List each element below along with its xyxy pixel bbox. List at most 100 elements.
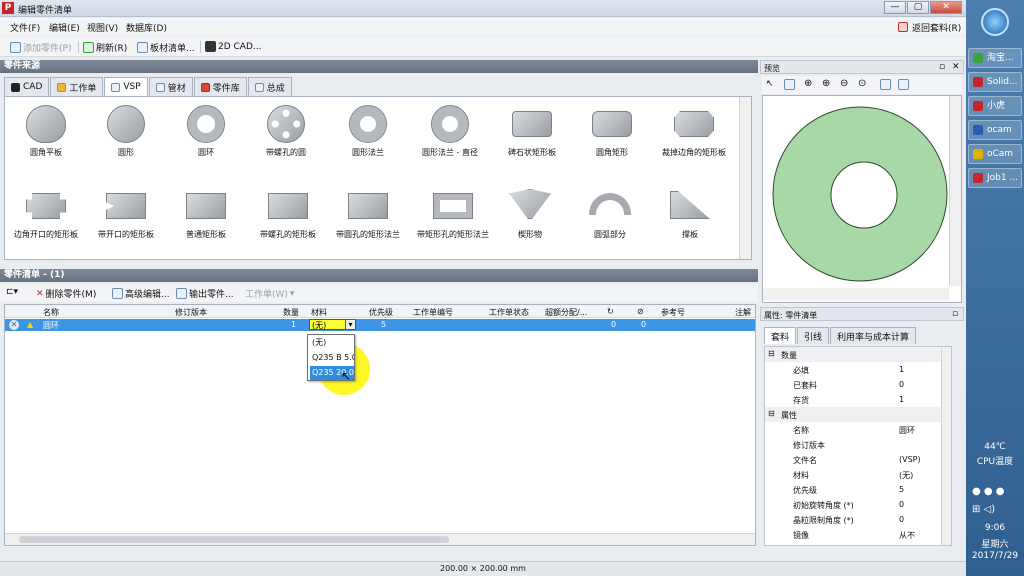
table-row[interactable]: ✕ ▲ 圆环 1 (无) ▾ 5 0 0 — [5, 319, 755, 331]
menu-file[interactable]: 文件(F) — [10, 21, 40, 34]
taskbar-item[interactable]: ocam — [968, 120, 1022, 140]
pin-icon[interactable]: ▫ — [939, 62, 945, 72]
part-rect-flange-round-holes[interactable]: 带圆孔的矩形法兰 — [327, 189, 409, 240]
col-priority[interactable]: 优先级 — [369, 307, 393, 318]
cad-2d-button[interactable]: 2D CAD... — [205, 41, 261, 52]
remove-row-icon[interactable]: ✕ — [9, 320, 19, 330]
sheet-list-button[interactable]: 板材清单... — [137, 41, 195, 54]
prop-row[interactable]: 优先级 5 — [765, 482, 951, 497]
part-gusset[interactable]: 撑板 — [649, 189, 731, 240]
select-tool-icon[interactable]: ↖ — [766, 79, 774, 89]
col-qty[interactable]: 数量 — [283, 307, 299, 318]
gallery-scrollbar[interactable] — [739, 97, 751, 259]
menu-edit[interactable]: 编辑(E) — [49, 21, 80, 34]
zoom-icon[interactable]: ⊕ — [804, 78, 812, 89]
group-attributes[interactable]: ⊟ 属性 — [765, 407, 951, 422]
part-wedge[interactable]: 楔形物 — [489, 189, 571, 240]
preview-canvas[interactable] — [762, 95, 962, 303]
preview-hscrollbar[interactable] — [763, 288, 949, 300]
col-reference[interactable]: 参考号 — [661, 307, 685, 318]
col-name[interactable]: 名称 — [43, 307, 59, 318]
part-arc-segment[interactable]: 圆弧部分 — [569, 189, 651, 240]
prop-row[interactable]: 文件名 (VSP) — [765, 452, 951, 467]
part-ring[interactable]: 圆环 — [165, 105, 247, 158]
close-icon[interactable]: ✕ — [952, 62, 960, 72]
tray-icons[interactable]: ● ● ● — [972, 486, 1005, 497]
group-quantity[interactable]: ⊟ 数量 — [765, 347, 951, 362]
chevron-down-icon[interactable]: ▾ — [345, 319, 356, 330]
part-tombstone-rect[interactable]: 碑石状矩形板 — [491, 105, 573, 158]
return-to-nesting-link[interactable]: 返回套料(R) — [912, 21, 961, 34]
tab-cad[interactable]: CAD — [4, 77, 50, 96]
zoom-fit-icon[interactable]: ⊙ — [858, 78, 866, 89]
minimize-button[interactable]: — — [884, 1, 906, 14]
network-icon[interactable]: ⊞ ◁) — [972, 504, 995, 515]
part-circle-bolt-holes[interactable]: 带螺孔的圆 — [245, 105, 327, 158]
tab-lead[interactable]: 引线 — [797, 327, 830, 344]
part-rect-flange-rect-hole[interactable]: 带矩形孔的矩形法兰 — [409, 189, 497, 240]
taskbar-item[interactable]: 小虎 — [968, 96, 1022, 116]
prop-row[interactable]: 必填 1 — [765, 362, 951, 377]
col-over-allocation[interactable]: 超额分配/... — [545, 307, 587, 318]
part-corner-notched-rect[interactable]: 边角开口的矩形板 — [5, 189, 87, 240]
part-chamfered-rect[interactable]: 裁掉边角的矩形板 — [649, 105, 739, 158]
tab-assembly[interactable]: 总成 — [247, 77, 292, 96]
advanced-edit-button[interactable]: 高级编辑... — [112, 287, 170, 300]
close-button[interactable]: ✕ — [930, 1, 962, 14]
part-slotted-rect[interactable]: 带开口的矩形板 — [85, 189, 167, 240]
export-parts-button[interactable]: 输出零件... — [176, 287, 234, 300]
part-round-flange[interactable]: 圆形法兰 — [327, 105, 409, 158]
scrollbar-thumb[interactable] — [19, 536, 449, 543]
clock-time[interactable]: 9:06 — [966, 523, 1024, 533]
measure-icon[interactable] — [898, 79, 909, 90]
material-option[interactable]: (无) — [310, 336, 354, 350]
preview-vscrollbar[interactable] — [949, 96, 961, 286]
zoom-out-icon[interactable]: ⊖ — [840, 78, 848, 89]
part-circle[interactable]: 圆形 — [85, 105, 167, 158]
col-material[interactable]: 材料 — [311, 307, 327, 318]
tab-tube[interactable]: 管材 — [148, 77, 193, 96]
prop-row[interactable]: 初始旋转角度 (*) 0 — [765, 497, 951, 512]
refresh-button[interactable]: 刷新(R) — [83, 41, 127, 54]
material-option[interactable]: Q235 B 5.0 — [310, 351, 354, 365]
taskbar-item[interactable]: Job1 ... — [968, 168, 1022, 188]
tab-worksheet[interactable]: 工作单 — [50, 77, 104, 96]
zoom-in-icon[interactable]: ⊕ — [822, 78, 830, 89]
prop-row[interactable]: 存货 1 — [765, 392, 951, 407]
col-worksheet-status[interactable]: 工作单状态 — [489, 307, 529, 318]
zoom-window-icon[interactable] — [784, 79, 795, 90]
menu-database[interactable]: 数据库(D) — [126, 21, 167, 34]
prop-row[interactable]: 晶粒限制角度 (*) 0 — [765, 512, 951, 527]
tab-vsp[interactable]: VSP — [104, 77, 148, 96]
pin-icon[interactable]: ▫ — [952, 309, 958, 319]
part-rounded-rect[interactable]: 圆角矩形 — [571, 105, 653, 158]
worksheet-button[interactable]: 工作单(W) ▾ — [245, 287, 294, 301]
tab-part-library[interactable]: 零件库 — [193, 77, 247, 96]
prop-row[interactable]: 修订版本 — [765, 437, 951, 452]
part-round-flange-diameter[interactable]: 圆形法兰 - 直径 — [409, 105, 491, 158]
part-rounded-plate[interactable]: 圆角平板 — [5, 105, 87, 158]
maximize-button[interactable]: ▢ — [907, 1, 929, 14]
col-worksheet-no[interactable]: 工作单编号 — [413, 307, 453, 318]
filter-dropdown-icon[interactable]: ⊏▾ — [6, 287, 18, 297]
properties-scrollbar[interactable] — [941, 347, 951, 545]
prop-row[interactable]: 已套料 0 — [765, 377, 951, 392]
grid-horizontal-scrollbar[interactable] — [5, 533, 755, 545]
tab-utilization-cost[interactable]: 利用率与成本计算 — [830, 327, 917, 344]
part-plain-rect[interactable]: 普通矩形板 — [165, 189, 247, 240]
prop-row[interactable]: 镜像 从不 — [765, 527, 951, 542]
copy-view-icon[interactable] — [880, 79, 891, 90]
col-mirror-icon[interactable]: ⊘ — [637, 307, 644, 316]
col-revision[interactable]: 修订版本 — [175, 307, 207, 318]
col-rotate-icon[interactable]: ↻ — [607, 307, 614, 316]
part-rect-bolt-holes[interactable]: 带螺孔的矩形板 — [247, 189, 329, 240]
taskbar-item[interactable]: Solid... — [968, 72, 1022, 92]
taskbar-item[interactable]: 淘宝... — [968, 48, 1022, 68]
start-button[interactable] — [981, 8, 1009, 36]
tab-nesting[interactable]: 套料 — [764, 327, 797, 344]
delete-part-button[interactable]: ✕ 删除零件(M) — [36, 287, 96, 301]
add-part-button[interactable]: 添加零件(P) — [10, 41, 71, 54]
menu-view[interactable]: 视图(V) — [87, 21, 118, 34]
prop-row[interactable]: 名称 圆环 — [765, 422, 951, 437]
col-notes[interactable]: 注解 — [735, 307, 751, 318]
